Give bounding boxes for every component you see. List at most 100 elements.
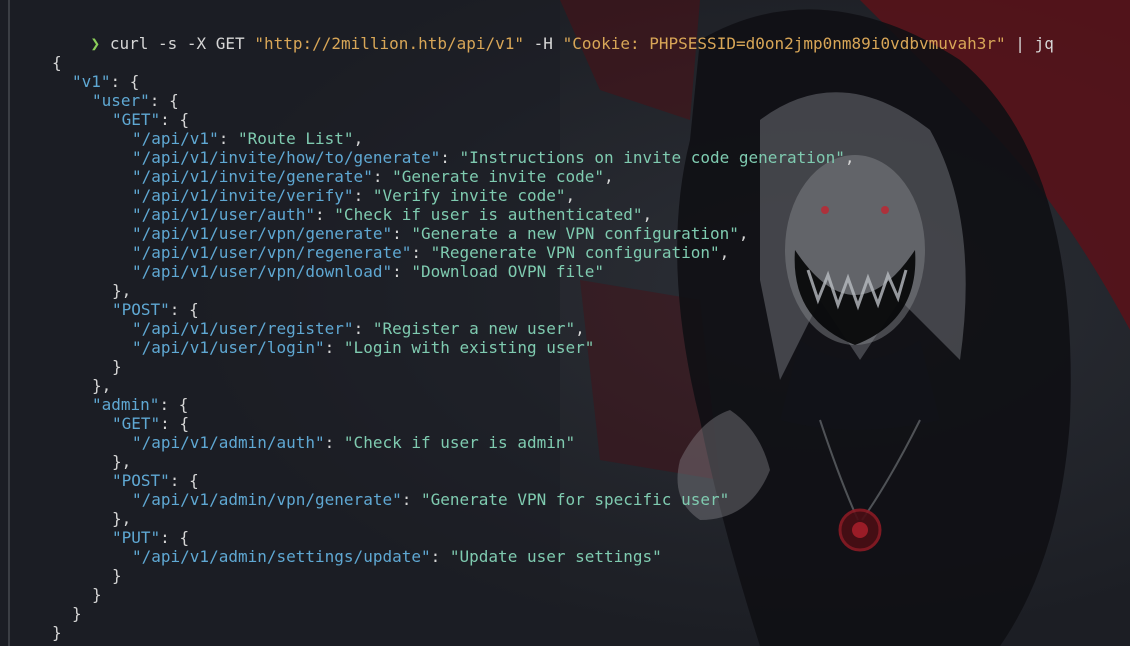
json-punctuation: , <box>844 148 855 167</box>
json-output-line: "PUT": { <box>112 528 189 547</box>
json-value: "Download OVPN file" <box>411 262 605 281</box>
command-url: "http://2million.htb/api/v1" <box>254 34 525 53</box>
json-output-line: } <box>112 566 122 585</box>
json-key: "/api/v1/invite/how/to/generate" <box>132 148 441 167</box>
json-output-line: "v1": { <box>72 72 139 91</box>
json-key: "PUT" <box>112 528 161 547</box>
json-key: "/api/v1/user/vpn/regenerate" <box>132 243 412 262</box>
json-value: "Check if user is authenticated" <box>334 205 643 224</box>
json-punctuation: , <box>604 167 614 186</box>
json-punctuation: : { <box>169 471 199 490</box>
json-output-line: "/api/v1/user/register": "Register a new… <box>132 319 585 338</box>
json-key: "/api/v1/admin/settings/update" <box>132 547 431 566</box>
json-key: "/api/v1/admin/vpn/generate" <box>132 490 402 509</box>
json-punctuation: } <box>92 585 102 604</box>
json-output-line: "/api/v1/invite/how/to/generate": "Instr… <box>132 148 855 167</box>
json-value: "Generate VPN for specific user" <box>420 490 730 509</box>
json-value: "Register a new user" <box>372 319 576 338</box>
json-output-line: "POST": { <box>112 300 199 319</box>
json-output-line: "/api/v1/user/auth": "Check if user is a… <box>132 205 653 224</box>
json-output-line: }, <box>112 452 131 471</box>
prompt-chevron-icon: ❯ <box>90 34 101 53</box>
json-punctuation: : { <box>159 395 189 414</box>
json-punctuation: { <box>52 53 62 72</box>
command-name: curl <box>109 34 149 53</box>
json-key: "admin" <box>92 395 160 414</box>
json-value: "Login with existing user" <box>343 338 595 357</box>
json-output-line: "POST": { <box>112 471 199 490</box>
json-key: "/api/v1/user/login" <box>132 338 325 357</box>
json-output-line: "GET": { <box>112 110 189 129</box>
command-pipe: | <box>1005 34 1035 53</box>
json-key: "user" <box>92 91 150 110</box>
json-punctuation: }, <box>112 452 132 471</box>
command-header-flag: -H <box>524 34 563 53</box>
command-prompt-line: ❯ curl -s -X GET "http://2million.htb/ap… <box>52 15 1054 53</box>
json-punctuation: : { <box>160 110 190 129</box>
json-key: "GET" <box>112 414 161 433</box>
json-output-line: "GET": { <box>112 414 189 433</box>
json-key: "/api/v1/user/register" <box>132 319 354 338</box>
json-output-line: } <box>92 585 102 604</box>
json-output-line: "admin": { <box>92 395 188 414</box>
json-punctuation: }, <box>92 376 112 395</box>
json-punctuation: , <box>738 224 749 243</box>
json-key: "/api/v1/user/vpn/download" <box>132 262 393 281</box>
json-key: "/api/v1/user/vpn/generate" <box>132 224 393 243</box>
json-value: "Generate a new VPN configuration" <box>411 224 739 243</box>
json-value: "Check if user is admin" <box>343 433 576 452</box>
json-output-line: "/api/v1": "Route List", <box>132 129 364 148</box>
json-output-line: "/api/v1/user/vpn/generate": "Generate a… <box>132 224 749 243</box>
json-punctuation: }, <box>112 281 132 300</box>
json-output-line: "/api/v1/invite/verify": "Verify invite … <box>132 186 576 205</box>
terminal-output-area[interactable]: ❯ curl -s -X GET "http://2million.htb/ap… <box>0 0 1130 646</box>
json-output-line: "/api/v1/admin/auth": "Check if user is … <box>132 433 576 452</box>
json-key: "/api/v1/admin/auth" <box>132 433 325 452</box>
json-value: "Update user settings" <box>449 547 662 566</box>
json-punctuation: : { <box>169 300 199 319</box>
json-key: "/api/v1/user/auth" <box>132 205 316 224</box>
json-value: "Instructions on invite code generation" <box>459 148 845 167</box>
json-punctuation: , <box>353 129 364 148</box>
json-output-line: }, <box>112 509 131 528</box>
json-punctuation: : { <box>110 72 140 91</box>
json-punctuation: : { <box>160 414 190 433</box>
json-key: "POST" <box>112 471 170 490</box>
json-output-line: { <box>52 53 62 72</box>
json-punctuation: } <box>112 357 122 376</box>
json-output-line: "/api/v1/admin/vpn/generate": "Generate … <box>132 490 730 509</box>
json-output-line: } <box>52 623 62 642</box>
json-punctuation: } <box>112 566 122 585</box>
json-key: "v1" <box>72 72 111 91</box>
json-punctuation: : { <box>160 528 190 547</box>
json-output-line: }, <box>112 281 131 300</box>
command-flags: -s -X GET <box>148 34 255 53</box>
json-output-line: }, <box>92 376 111 395</box>
json-output-line: "/api/v1/user/vpn/download": "Download O… <box>132 262 605 281</box>
json-punctuation: , <box>575 319 585 338</box>
json-punctuation: , <box>565 186 576 205</box>
json-output-line: "/api/v1/user/login": "Login with existi… <box>132 338 595 357</box>
json-key: "POST" <box>112 300 170 319</box>
json-key: "GET" <box>112 110 161 129</box>
json-output-line: } <box>112 357 122 376</box>
json-value: "Generate invite code" <box>392 167 605 186</box>
json-output-line: "/api/v1/invite/generate": "Generate inv… <box>132 167 614 186</box>
json-output-line: } <box>72 604 82 623</box>
json-punctuation: } <box>72 604 82 623</box>
json-output-line: "user": { <box>92 91 179 110</box>
json-value: "Route List" <box>237 129 354 148</box>
json-key: "/api/v1/invite/generate" <box>132 167 373 186</box>
json-output-line: "/api/v1/admin/settings/update": "Update… <box>132 547 662 566</box>
json-value: "Regenerate VPN configuration" <box>430 243 720 262</box>
command-jq: jq <box>1034 34 1054 53</box>
json-punctuation: }, <box>112 509 132 528</box>
json-key: "/api/v1" <box>132 129 219 148</box>
json-value: "Verify invite code" <box>372 186 566 205</box>
json-punctuation: , <box>642 205 653 224</box>
json-key: "/api/v1/invite/verify" <box>132 186 354 205</box>
json-punctuation: } <box>52 623 62 642</box>
json-output-line: "/api/v1/user/vpn/regenerate": "Regenera… <box>132 243 730 262</box>
json-punctuation: : { <box>149 91 179 110</box>
json-punctuation: , <box>719 243 730 262</box>
